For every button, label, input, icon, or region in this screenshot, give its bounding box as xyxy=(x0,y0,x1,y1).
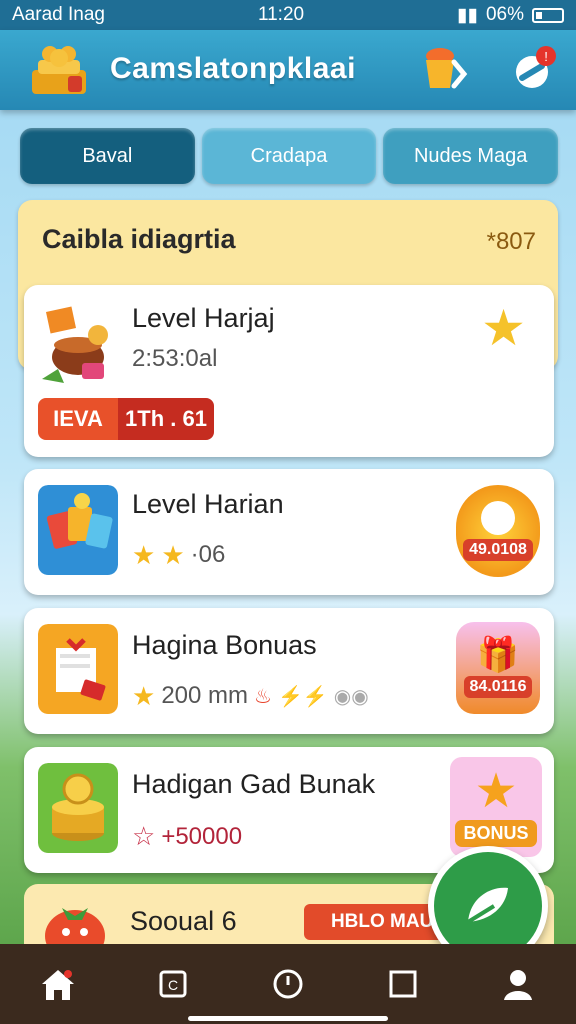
bottom-nav: C xyxy=(0,944,576,1024)
battery-percent: 06% xyxy=(485,4,524,25)
card-subtitle-value: ·06 xyxy=(190,541,226,568)
card-subtitle: ☆ +50000 xyxy=(132,821,242,852)
star-icon: ★ xyxy=(132,540,156,570)
profile-icon xyxy=(504,970,533,1000)
notification-link-icon[interactable]: ! xyxy=(508,44,560,96)
card-subtitle-value: +50000 xyxy=(161,822,243,850)
signal-icon: ▮▮ xyxy=(457,4,478,26)
svg-text:!: ! xyxy=(544,49,548,64)
bonus-card[interactable]: Hagina Bonuas ★ 200 mm ♨ ⚡⚡ ◉◉ 🎁 84.0116 xyxy=(24,608,554,734)
nav-profile[interactable] xyxy=(488,954,548,1014)
app-title: Camslatonpklaai xyxy=(110,52,356,85)
clock-time: 11:20 xyxy=(257,4,305,25)
treasure-logo-icon xyxy=(32,46,86,94)
outline-star-icon: ☆ xyxy=(132,821,156,851)
social-title: Sooual 6 xyxy=(130,906,237,936)
nav-home[interactable] xyxy=(28,954,88,1014)
svg-text:C: C xyxy=(168,977,178,993)
tab-nudes-maga[interactable]: Nudes Maga xyxy=(383,128,559,184)
leaf-icon xyxy=(466,887,508,924)
home-indicator[interactable] xyxy=(188,1016,388,1021)
card-title: Hagina Bonuas xyxy=(132,630,317,660)
nav-clock[interactable] xyxy=(258,954,318,1014)
bonus-tile[interactable]: ★ BONUS xyxy=(450,757,542,857)
gift-seal-icon[interactable]: 🎁 84.0116 xyxy=(456,622,540,714)
status-icons: ▮▮ 06% xyxy=(457,4,564,27)
card-title: Level Harian xyxy=(132,489,284,519)
sun-seal-icon[interactable]: 49.0108 xyxy=(456,485,540,577)
level-badge-label: IEVA xyxy=(38,398,118,440)
carrier-label: Aarad Inag xyxy=(12,4,105,25)
coins-icon: ⚡⚡ xyxy=(277,685,328,708)
star-icon: ★ xyxy=(481,300,526,356)
eyes-icon: ◉◉ xyxy=(333,685,369,708)
nav-copy[interactable]: C xyxy=(143,954,203,1014)
battery-icon xyxy=(532,7,564,23)
gift-icon: 🎁 xyxy=(476,636,520,674)
gift-box-icon xyxy=(38,624,118,714)
seal-value: 84.0116 xyxy=(463,676,533,698)
star-icon: ★ xyxy=(132,681,156,711)
star-icon: ★ xyxy=(161,540,185,570)
tab-bar: Baval Cradapa Nudes Maga xyxy=(20,128,559,184)
panel-value: *807 xyxy=(486,228,536,255)
copy-icon: C xyxy=(159,970,187,998)
smiley-icon xyxy=(481,501,515,535)
tab-cradapa[interactable]: Cradapa xyxy=(201,128,377,184)
nav-square[interactable] xyxy=(373,954,433,1014)
card-subtitle: ★ ★ ·06 xyxy=(132,541,225,569)
coin-stack-icon xyxy=(38,763,118,853)
square-icon xyxy=(389,970,417,998)
card-subtitle: 2:53:0al xyxy=(132,345,218,372)
treasure-pot-icon xyxy=(42,306,108,383)
status-bar: Aarad Inag 11:20 ▮▮ 06% xyxy=(0,0,576,30)
clock-icon xyxy=(273,969,303,999)
star-face-icon: ★ xyxy=(474,764,518,818)
level-card-2[interactable]: Level Harian ★ ★ ·06 49.0108 xyxy=(24,469,554,595)
card-subtitle-value: 200 mm xyxy=(161,682,249,709)
card-title: Hadigan Gad Bunak xyxy=(132,769,376,799)
panel-title: Caibla idiagrtia xyxy=(42,224,236,254)
fries-icon: ♨ xyxy=(254,685,272,708)
card-subtitle: ★ 200 mm ♨ ⚡⚡ ◉◉ xyxy=(132,682,369,710)
app-header: Camslatonpklaai ! xyxy=(0,30,576,110)
level-badge[interactable]: IEVA 1Th . 61 xyxy=(38,398,214,440)
cards-game-icon xyxy=(38,485,118,575)
card-title: Level Harjaj xyxy=(132,303,275,333)
home-icon xyxy=(41,970,74,1000)
seal-value: 49.0108 xyxy=(463,539,533,561)
bonus-label: BONUS xyxy=(455,819,537,847)
tab-baval[interactable]: Baval xyxy=(20,128,195,184)
level-card-1[interactable]: Level Harjaj 2:53:0al ★ IEVA 1Th . 61 xyxy=(24,285,554,457)
level-badge-value: 1Th . 61 xyxy=(118,398,214,440)
reward-cup-icon[interactable] xyxy=(420,44,468,94)
